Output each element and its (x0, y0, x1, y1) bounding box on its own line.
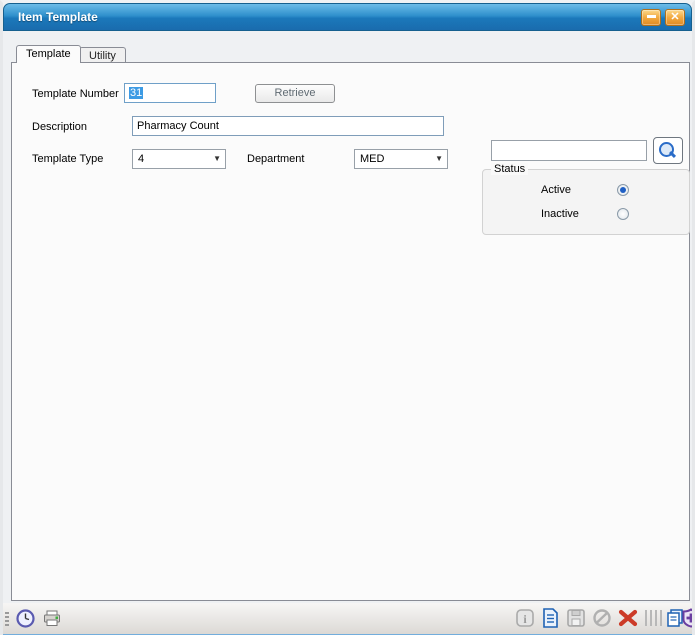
retrieve-button[interactable]: Retrieve (255, 84, 335, 103)
active-radio[interactable] (617, 184, 629, 196)
description-label: Description (32, 121, 87, 133)
template-type-label: Template Type (32, 153, 103, 165)
department-label: Department (247, 153, 304, 165)
minimize-icon (647, 15, 656, 18)
status-groupbox: Status Active Inactive (482, 169, 690, 235)
new-document-button[interactable] (540, 608, 560, 628)
department-value: MED (360, 153, 384, 165)
item-template-window: Item Template ✕ Template Utility Templat… (0, 0, 695, 635)
search-input[interactable] (491, 140, 647, 161)
tab-template[interactable]: Template (16, 45, 81, 63)
close-button[interactable]: ✕ (665, 9, 685, 26)
template-type-dropdown[interactable]: 4 ▼ (132, 149, 226, 169)
close-icon: ✕ (670, 11, 679, 23)
add-button[interactable] (681, 608, 695, 628)
search-icon (659, 142, 677, 160)
bottom-toolbar: i (3, 603, 692, 634)
toolbar-separator (645, 610, 663, 626)
inactive-radio-label: Inactive (541, 208, 579, 220)
titlebar: Item Template ✕ (3, 3, 692, 31)
active-radio-label: Active (541, 184, 571, 196)
minimize-button[interactable] (641, 9, 661, 26)
status-label: Status (491, 163, 528, 175)
window-title: Item Template (18, 10, 98, 24)
chevron-down-icon: ▼ (435, 154, 443, 163)
description-input[interactable]: Pharmacy Count (132, 116, 444, 136)
toolbar-grip[interactable] (5, 612, 9, 628)
print-button[interactable] (43, 610, 63, 630)
cancel-button[interactable] (592, 608, 612, 628)
tab-utility[interactable]: Utility (79, 47, 126, 62)
template-number-label: Template Number (32, 88, 119, 100)
template-type-value: 4 (138, 153, 144, 165)
clock-icon[interactable] (16, 609, 36, 629)
chevron-down-icon: ▼ (213, 154, 221, 163)
info-button[interactable]: i (515, 608, 535, 628)
delete-button[interactable] (617, 608, 637, 628)
search-button[interactable] (653, 137, 683, 164)
save-button[interactable] (566, 608, 586, 628)
template-number-input[interactable]: 31 (124, 83, 216, 103)
inactive-radio[interactable] (617, 208, 629, 220)
department-dropdown[interactable]: MED ▼ (354, 149, 448, 169)
template-number-value: 31 (129, 87, 143, 99)
template-tab-panel: Template Number 31 Retrieve Description … (11, 62, 690, 601)
